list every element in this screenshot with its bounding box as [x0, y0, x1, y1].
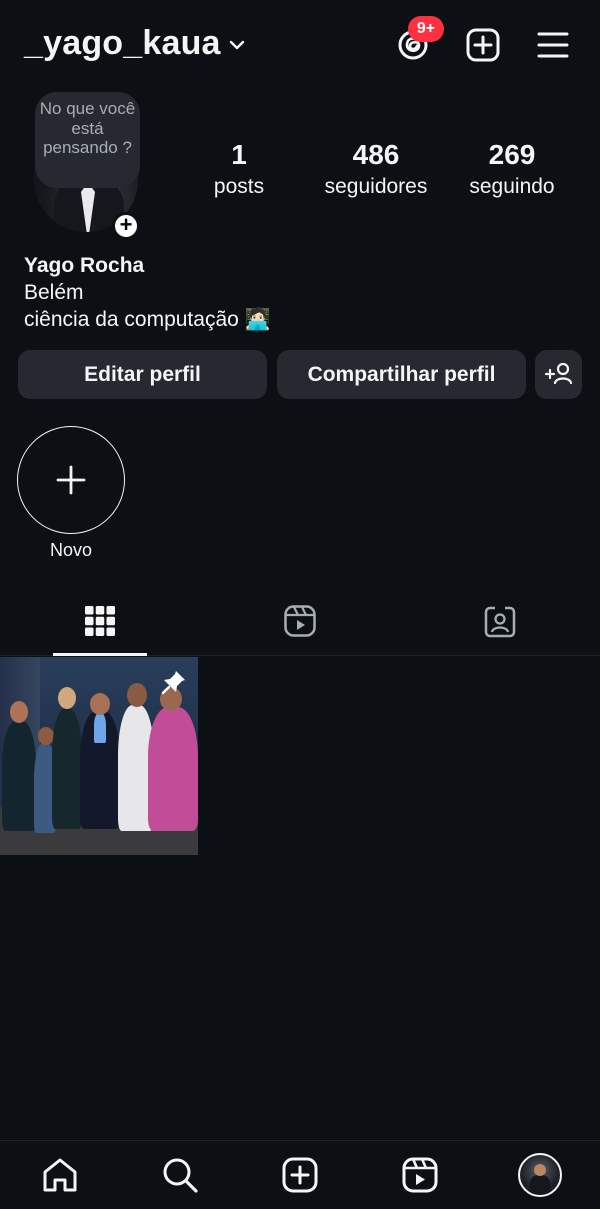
share-profile-button[interactable]: Compartilhar perfil — [277, 350, 526, 399]
profile-avatar[interactable] — [518, 1153, 562, 1197]
new-highlight-label: Novo — [49, 540, 93, 560]
create-icon[interactable] — [464, 26, 502, 64]
grid-icon — [85, 606, 115, 636]
profile-bio: Yago Rocha Belém ciência da computação 🧑… — [24, 252, 271, 333]
tab-tagged[interactable] — [400, 590, 600, 656]
search-icon[interactable] — [160, 1155, 200, 1195]
add-story-icon[interactable]: + — [112, 212, 140, 240]
photo-person-collar — [94, 713, 106, 743]
tab-reels[interactable] — [200, 590, 400, 656]
stat-following[interactable]: 269 seguindo — [460, 138, 564, 202]
new-highlight-button[interactable] — [17, 426, 125, 534]
stat-followers-value: 486 — [352, 139, 400, 170]
create-icon[interactable] — [280, 1155, 320, 1195]
plus-icon — [56, 465, 86, 495]
nav-avatar-suit — [530, 1175, 550, 1195]
photo-person-head — [10, 701, 28, 723]
menu-icon[interactable] — [534, 26, 572, 64]
add-person-icon — [544, 362, 573, 385]
discover-people-button[interactable] — [535, 350, 582, 399]
stat-posts[interactable]: 1 posts — [200, 138, 278, 202]
nav-avatar-head — [534, 1164, 546, 1176]
photo-person — [2, 721, 36, 831]
profile-name: Yago Rocha — [24, 254, 145, 277]
edit-profile-button[interactable]: Editar perfil — [18, 350, 267, 399]
chevron-down-icon[interactable] — [228, 36, 246, 54]
stat-followers-label: seguidores — [324, 175, 428, 198]
account-username[interactable]: _yago_kaua — [24, 24, 221, 63]
note-bubble[interactable]: No que você está pensando ? — [35, 92, 140, 188]
reels-icon[interactable] — [400, 1155, 440, 1195]
profile-picture-area[interactable]: No que você está pensando ? + — [30, 92, 142, 240]
stat-posts-value: 1 — [231, 139, 247, 170]
stat-posts-label: posts — [213, 175, 265, 198]
bio-line: ciência da computação 🧑🏻‍💻 — [24, 308, 271, 331]
photo-person-head — [90, 693, 110, 715]
notification-badge: 9+ — [408, 16, 444, 42]
stat-following-label: seguindo — [469, 175, 555, 198]
photo-person — [148, 707, 198, 831]
top-header: _yago_kaua 9+ — [0, 0, 600, 92]
photo-person-head — [58, 687, 76, 709]
profile-tabs — [0, 590, 600, 656]
bio-line: Belém — [24, 281, 84, 304]
tab-posts-grid[interactable] — [0, 590, 200, 656]
pin-icon — [161, 671, 185, 695]
photo-person-head — [127, 683, 147, 707]
tagged-icon — [484, 606, 516, 638]
active-tab-indicator — [53, 653, 147, 656]
stat-followers[interactable]: 486 seguidores — [316, 138, 436, 202]
home-icon[interactable] — [40, 1155, 80, 1195]
reels-icon — [284, 605, 316, 637]
photo-person — [52, 709, 82, 829]
stat-following-value: 269 — [488, 139, 536, 170]
bottom-navigation — [0, 1140, 600, 1209]
